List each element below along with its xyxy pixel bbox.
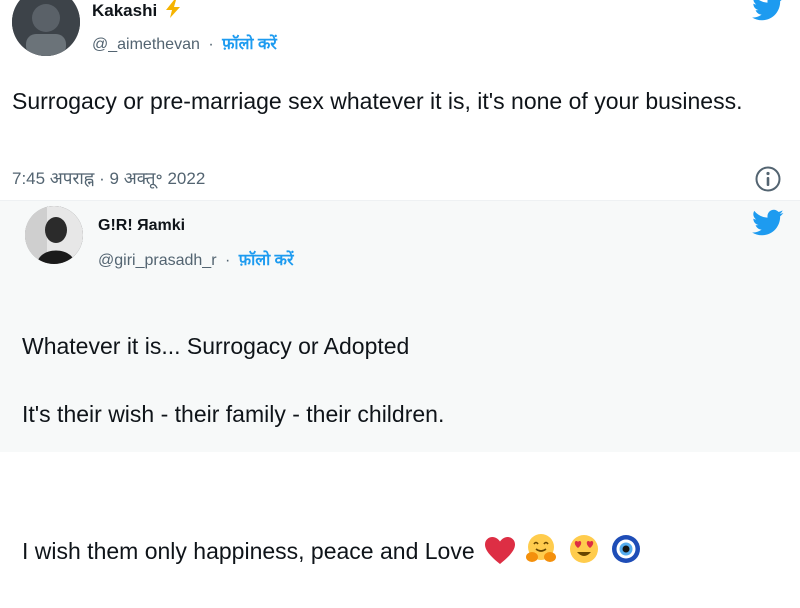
- nazar-amulet-emoji: [610, 533, 642, 574]
- separator-dot: ·: [208, 36, 214, 53]
- tweet-text: Surrogacy or pre-marriage sex whatever i…: [12, 88, 743, 114]
- tweet-line-3-text: I wish them only happiness, peace and Lo…: [22, 538, 475, 564]
- tweet-date: 9 अक्तू॰ 2022: [109, 169, 206, 188]
- display-name-text: G!R! Яamki: [98, 217, 186, 234]
- timestamp[interactable]: 7:45 अपराह्न · 9 अक्तू॰ 2022: [12, 166, 205, 189]
- handle-row: @_aimethevan · फ़ॉलो करें: [92, 32, 277, 54]
- user-handle[interactable]: @_aimethevan: [92, 36, 200, 53]
- heart-eyes-emoji: [568, 533, 600, 574]
- tweet-card-2: G!R! Яamki @giri_prasadh_r · फ़ॉलो करें …: [0, 200, 800, 564]
- tweet-text: Whatever it is... Surrogacy or Adopted I…: [22, 295, 782, 608]
- lightning-icon: [165, 0, 180, 23]
- tweet-time: 7:45 अपराह्न: [12, 169, 95, 188]
- display-name[interactable]: G!R! Яamki: [98, 217, 185, 235]
- tweet-line-1: Whatever it is... Surrogacy or Adopted: [22, 333, 410, 359]
- avatar-image: [25, 206, 83, 264]
- follow-button[interactable]: फ़ॉलो करें: [222, 36, 277, 53]
- tweet-line-2: It's their wish - their family - their c…: [22, 401, 445, 427]
- tweet-line-3: I wish them only happiness, peace and Lo…: [22, 533, 782, 574]
- separator-dot: ·: [224, 252, 231, 269]
- info-icon[interactable]: [754, 165, 782, 198]
- heart-emoji: [485, 537, 516, 574]
- user-handle[interactable]: @giri_prasadh_r: [98, 252, 217, 269]
- display-name-text: Kakashi: [92, 1, 158, 20]
- avatar[interactable]: [12, 0, 80, 56]
- tweet-card-1: Kakashi @_aimethevan · फ़ॉलो करें Surrog…: [0, 0, 800, 200]
- handle-row: @giri_prasadh_r · फ़ॉलो करें: [98, 248, 294, 270]
- follow-button[interactable]: फ़ॉलो करें: [239, 252, 294, 269]
- avatar-image: [12, 0, 80, 56]
- display-name[interactable]: Kakashi: [92, 0, 180, 23]
- twitter-bird-icon[interactable]: [752, 209, 784, 242]
- hugging-emoji: [525, 533, 557, 574]
- avatar[interactable]: [25, 206, 83, 264]
- separator-dot: ·: [99, 169, 105, 188]
- twitter-bird-icon[interactable]: [751, 0, 784, 27]
